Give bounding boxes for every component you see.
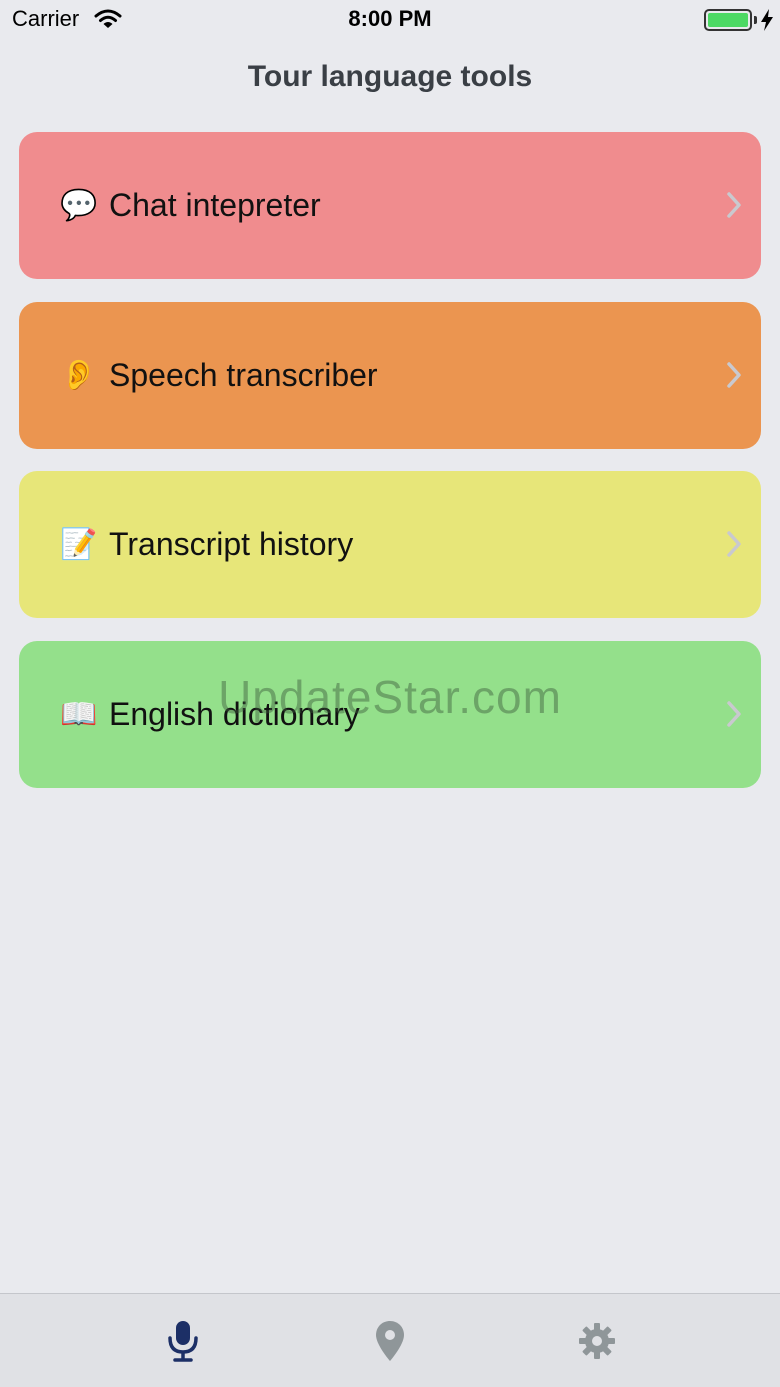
chevron-right-icon (727, 531, 741, 557)
menu-item-label: Chat intepreter (109, 187, 321, 223)
menu-item-speech-transcriber[interactable]: 👂 Speech transcriber (19, 302, 761, 449)
status-bar: Carrier 8:00 PM (0, 0, 780, 40)
watermark: UpdateStar.com (218, 671, 562, 723)
chevron-right-icon (727, 192, 741, 218)
menu-item-chat-interpreter[interactable]: 💬 Chat intepreter (19, 132, 761, 279)
speech-bubble-icon: 💬 (60, 188, 98, 222)
location-pin-icon (376, 1321, 404, 1361)
microphone-icon (168, 1321, 198, 1362)
menu-item-label: Speech transcriber (109, 357, 378, 393)
battery-icon (704, 9, 752, 31)
battery-level (708, 13, 748, 27)
page-title: Tour language tools (247, 60, 533, 93)
charging-bolt-icon (761, 9, 773, 31)
menu-item-transcript-history[interactable]: 📝 Transcript history (19, 471, 761, 618)
tab-bar (0, 1293, 780, 1387)
memo-icon: 📝 (60, 527, 98, 561)
tab-microphone[interactable] (158, 1316, 208, 1366)
battery-tip (754, 16, 757, 24)
menu-item-label: Transcript history (109, 526, 354, 562)
app-screen: Carrier 8:00 PM Tour language tools 💬 Ch… (0, 0, 780, 1387)
chevron-right-icon (727, 362, 741, 388)
gear-icon (579, 1323, 615, 1359)
status-time: 8:00 PM (348, 6, 432, 31)
tab-location[interactable] (365, 1316, 415, 1366)
tab-settings[interactable] (572, 1316, 622, 1366)
ear-icon: 👂 (60, 358, 98, 392)
